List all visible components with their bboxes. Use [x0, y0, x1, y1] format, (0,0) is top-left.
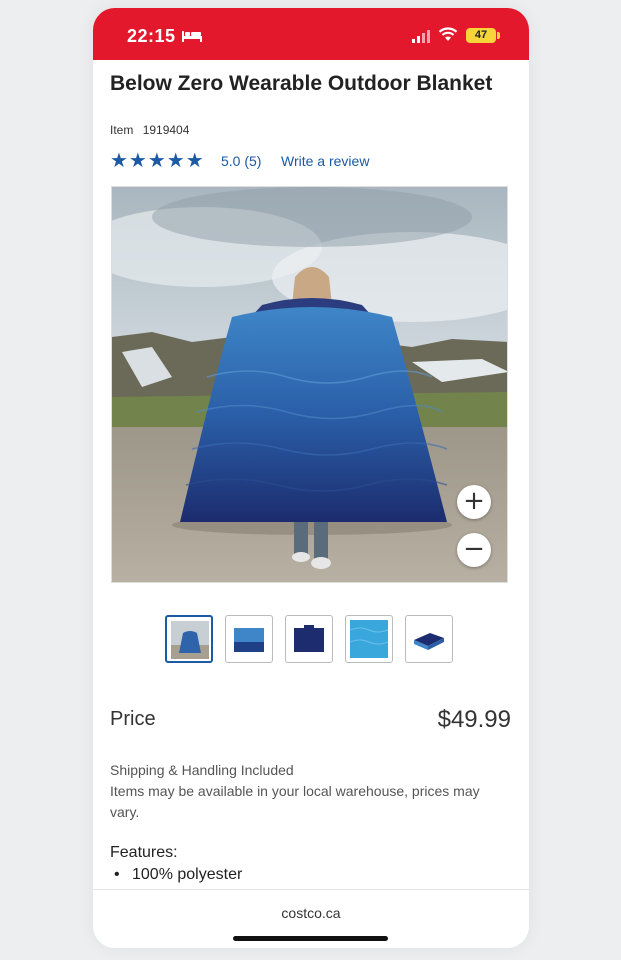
- thumbnail-3-image: [290, 620, 328, 658]
- bed-icon: [182, 31, 202, 42]
- thumbnail-4[interactable]: [345, 615, 393, 663]
- thumbnail-5-image: [410, 620, 448, 658]
- features-title: Features:: [110, 844, 178, 861]
- battery-cap: [497, 32, 500, 39]
- cellular-signal-icon: [412, 30, 430, 43]
- price-label: Price: [110, 708, 156, 730]
- thumbnail-5[interactable]: [405, 615, 453, 663]
- features-list: 100% polyester: [110, 866, 242, 884]
- phone-screen: 22:15 47 Below Zero Wearable Outdoor Bla…: [93, 8, 529, 948]
- address-bar-domain[interactable]: costco.ca: [93, 905, 529, 921]
- wifi-icon: [438, 27, 458, 41]
- write-review-link[interactable]: Write a review: [281, 153, 369, 169]
- item-number-row: Item 1919404: [110, 123, 195, 137]
- feature-item: 100% polyester: [110, 866, 242, 884]
- zoom-in-button[interactable]: +: [457, 485, 491, 519]
- thumbnail-1-image: [171, 621, 209, 659]
- thumbnail-1[interactable]: [165, 615, 213, 663]
- shipping-info: Shipping & Handling Included Items may b…: [110, 760, 510, 823]
- star-rating-icon[interactable]: ★★★★★: [110, 148, 205, 173]
- thumbnail-3[interactable]: [285, 615, 333, 663]
- item-number: 1919404: [142, 123, 190, 137]
- thumbnail-2[interactable]: [225, 615, 273, 663]
- item-label: Item: [110, 123, 134, 137]
- battery-icon: 47: [466, 28, 496, 43]
- product-photo-illustration: [112, 187, 507, 582]
- status-bar: 22:15 47: [93, 8, 529, 60]
- product-image[interactable]: + −: [111, 186, 508, 583]
- price-value: $49.99: [437, 706, 511, 733]
- shipping-line: Shipping & Handling Included: [110, 762, 294, 778]
- rating-value[interactable]: 5.0 (5): [221, 153, 261, 169]
- availability-note: Items may be available in your local war…: [110, 783, 480, 820]
- zoom-out-button[interactable]: −: [457, 533, 491, 567]
- browser-bottom-bar: costco.ca: [93, 889, 529, 948]
- home-indicator[interactable]: [233, 936, 388, 941]
- thumbnail-2-image: [230, 620, 268, 658]
- thumbnail-strip: [165, 615, 465, 665]
- thumbnail-4-image: [350, 620, 388, 658]
- status-time: 22:15: [127, 26, 176, 46]
- product-title: Below Zero Wearable Outdoor Blanket: [110, 72, 493, 95]
